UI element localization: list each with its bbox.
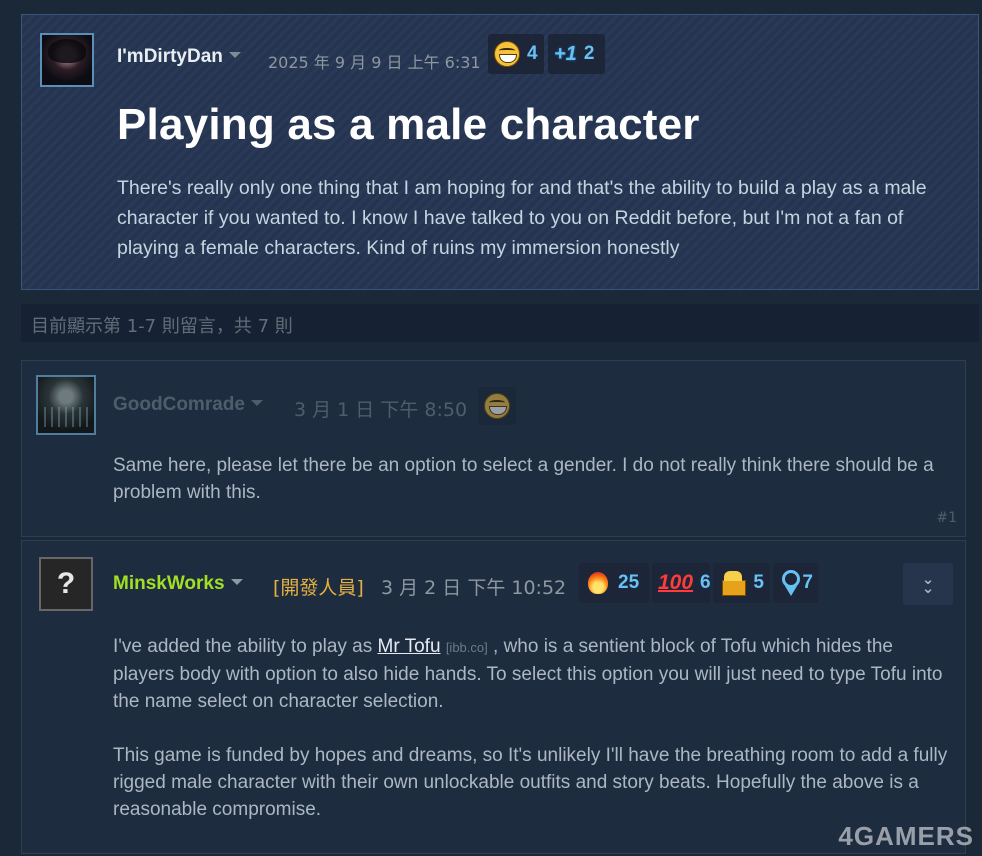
reaction-count: 2 <box>583 43 595 64</box>
reaction-chest[interactable]: 5 <box>713 563 770 603</box>
collapse-button[interactable]: ⌄ ⌄ <box>903 563 953 605</box>
developer-badge: [開發人員] <box>273 577 364 599</box>
link-domain: [ibb.co] <box>445 640 488 655</box>
original-post: I'mDirtyDan 2025 年 9 月 9 日 上午 6:31 4 +1 … <box>21 14 979 290</box>
post-body: There's really only one thing that I am … <box>117 177 927 259</box>
comment-author[interactable]: GoodComrade <box>113 394 263 416</box>
commenter-avatar[interactable] <box>36 375 96 435</box>
reaction-count: 5 <box>753 572 764 593</box>
fire-icon <box>585 570 611 596</box>
reaction-count: 7 <box>802 572 813 593</box>
reaction-count: 25 <box>618 572 640 593</box>
mr-tofu-link[interactable]: Mr Tofu <box>378 636 441 657</box>
grin-emoji-icon <box>494 41 520 67</box>
comment-2: ? MinskWorks [開發人員] 3 月 2 日 下午 10:52 25 … <box>21 540 966 854</box>
reaction-hundred[interactable]: 100 6 <box>652 563 711 603</box>
op-author[interactable]: I'mDirtyDan <box>117 46 241 68</box>
reaction-grin[interactable] <box>478 387 516 425</box>
author-menu-caret-icon[interactable] <box>250 399 263 406</box>
reaction-count: 6 <box>700 572 711 593</box>
comment-author-name[interactable]: GoodComrade <box>113 394 245 415</box>
comment-author[interactable]: MinskWorks <box>113 573 243 595</box>
reaction-medal[interactable]: 7 <box>773 563 819 603</box>
comment-body: I've added the ability to play as Mr Tof… <box>113 633 958 823</box>
comments-count-text: 目前顯示第 1-7 則留言，共 7 則 <box>31 316 293 337</box>
op-avatar[interactable] <box>40 33 94 87</box>
op-date: 2025 年 9 月 9 日 上午 6:31 <box>268 53 481 72</box>
watermark-logo: 4GAMERS <box>838 821 974 851</box>
comment-paragraph: This game is funded by hopes and dreams,… <box>113 745 948 820</box>
grin-emoji-icon <box>484 393 510 419</box>
hundred-points-icon: 100 <box>658 571 694 594</box>
post-title: Playing as a male character <box>117 100 700 149</box>
comment-1: GoodComrade 3 月 1 日 下午 8:50 Same here, p… <box>21 360 966 537</box>
award-medal-icon <box>779 569 801 597</box>
reaction-grin[interactable]: 4 <box>488 34 544 74</box>
comment-paragraph: I've added the ability to play as Mr Tof… <box>113 636 943 712</box>
reaction-count: 4 <box>527 43 538 64</box>
commenter-avatar[interactable]: ? <box>39 557 93 611</box>
question-mark-icon: ? <box>56 567 76 600</box>
double-chevron-down-icon: ⌄ ⌄ <box>921 570 935 597</box>
reaction-fire[interactable]: 25 <box>579 563 649 603</box>
plus-one-icon: +1 <box>554 42 577 65</box>
reaction-plus-one[interactable]: +1 2 <box>548 34 605 74</box>
op-author-name[interactable]: I'mDirtyDan <box>117 46 223 67</box>
comment-date: 3 月 1 日 下午 8:50 <box>294 399 468 421</box>
comment-number[interactable]: #1 <box>936 510 957 526</box>
author-menu-caret-icon[interactable] <box>230 578 243 585</box>
comment-body: Same here, please let there be an option… <box>113 455 934 503</box>
comments-count-bar: 目前顯示第 1-7 則留言，共 7 則 <box>21 304 979 342</box>
author-menu-caret-icon[interactable] <box>228 51 241 58</box>
comment-date: 3 月 2 日 下午 10:52 <box>381 577 567 599</box>
treasure-chest-icon <box>719 570 747 596</box>
comment-author-name[interactable]: MinskWorks <box>113 573 225 594</box>
